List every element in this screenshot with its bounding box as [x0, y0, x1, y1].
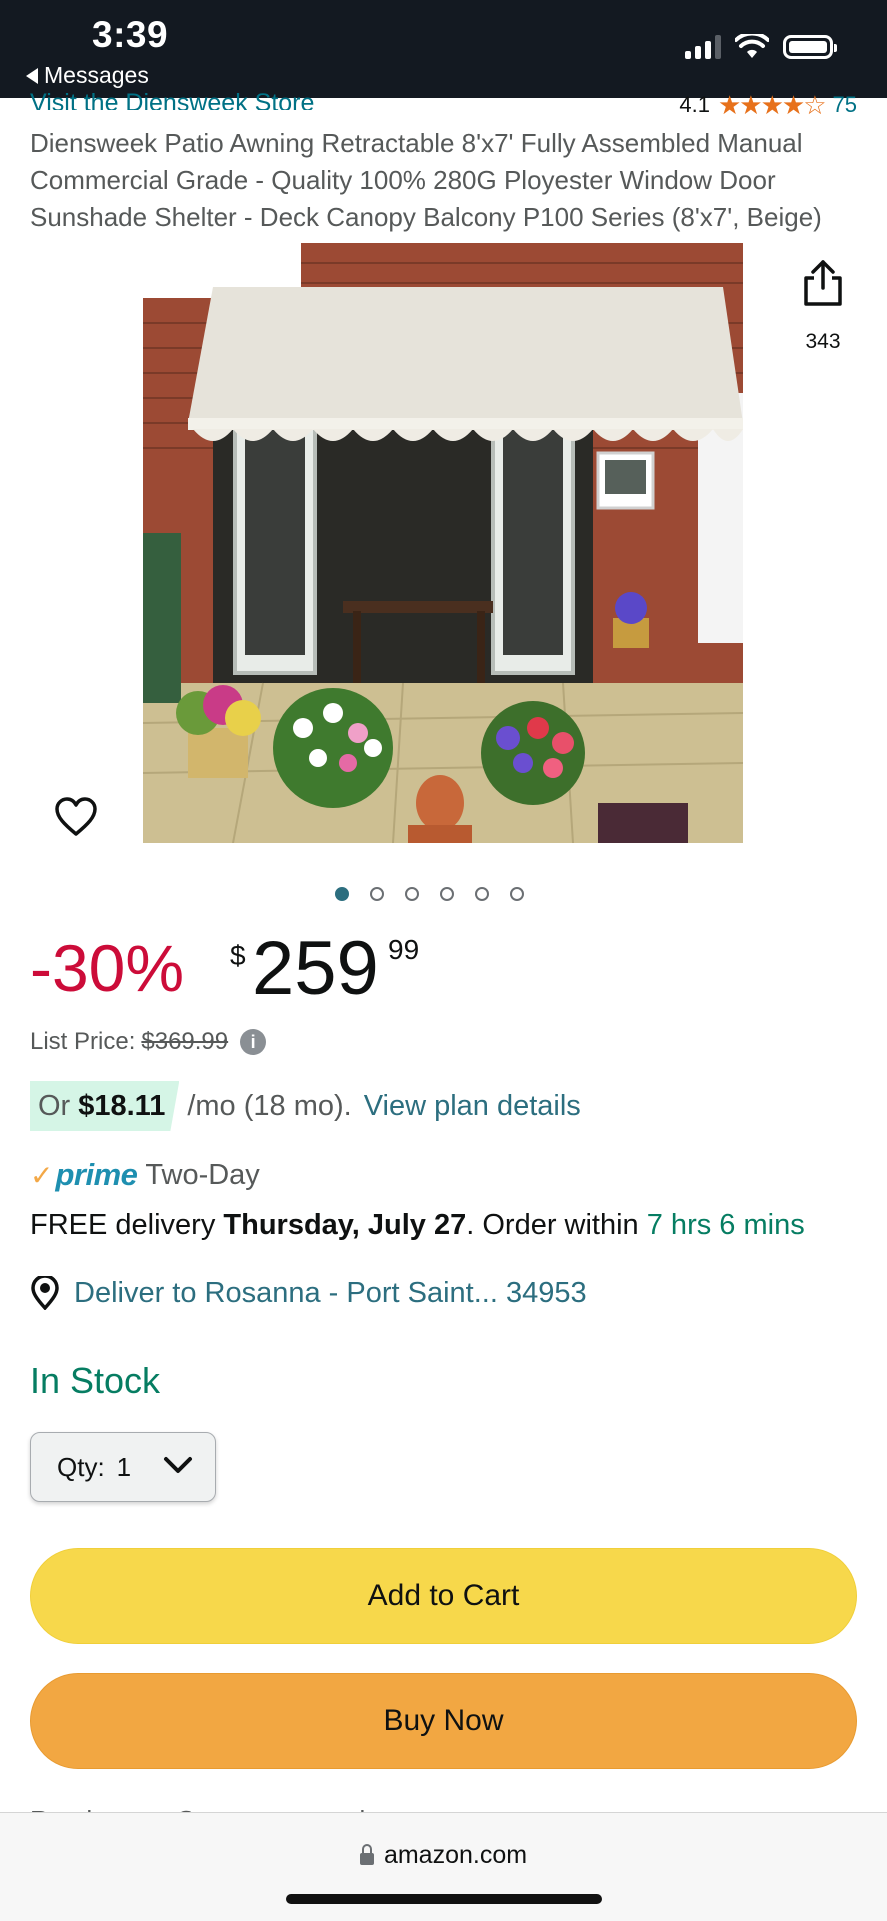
delivery-estimate: FREE delivery Thursday, July 27. Order w… [30, 1209, 805, 1242]
stock-status: In Stock [30, 1360, 161, 1401]
installment-amount: $18.11 [78, 1089, 166, 1122]
carousel-dot[interactable] [405, 887, 419, 901]
deliver-to-location[interactable]: Deliver to Rosanna - Port Saint... 34953 [30, 1276, 587, 1310]
status-time: 3:39 [92, 14, 169, 55]
price-fraction: 99 [388, 934, 420, 965]
share-icon[interactable] [800, 258, 846, 308]
carousel-dot[interactable] [510, 887, 524, 901]
product-image[interactable] [143, 243, 743, 843]
carousel-dot[interactable] [440, 887, 454, 901]
lock-icon [359, 1843, 374, 1865]
prime-check-icon: ✓ [30, 1159, 54, 1191]
product-title: Diensweek Patio Awning Retractable 8'x7'… [30, 128, 822, 232]
list-price-value: $369.99 [141, 1028, 229, 1055]
back-to-messages[interactable]: Messages [26, 62, 149, 89]
awning-photo [143, 243, 743, 843]
battery-icon [783, 35, 837, 59]
add-to-cart-button[interactable]: Add to Cart [30, 1548, 857, 1644]
prime-logo: prime [55, 1157, 138, 1192]
list-price: List Price: $369.99 i [30, 1028, 267, 1056]
quantity-selector[interactable]: Qty: 1 [30, 1432, 216, 1502]
url-display[interactable]: amazon.com [0, 1841, 887, 1870]
partially-visible-text: Ready to go Secure transaction [30, 1800, 394, 1812]
rating-stars-icon: ★★★★☆ [717, 89, 827, 120]
image-carousel-dots[interactable] [335, 887, 524, 901]
back-arrow-icon [26, 67, 38, 84]
price-currency: $ [230, 940, 246, 971]
rating-summary[interactable]: 4.1 ★★★★☆ 75 [679, 89, 857, 120]
deliver-to-text[interactable]: Deliver to Rosanna - Port Saint... 34953 [74, 1277, 587, 1310]
delivery-date: Thursday, July 27 [223, 1209, 467, 1241]
status-icons [685, 34, 837, 60]
status-bar: 3:39 Messages [0, 0, 887, 98]
share-count: 343 [805, 330, 841, 353]
order-within-label: . Order within [466, 1209, 639, 1241]
url-text: amazon.com [383, 1841, 528, 1869]
back-label: Messages [44, 62, 149, 88]
installment-offer: Or $18.11 /mo (18 mo). View plan details [30, 1081, 581, 1131]
carousel-dot[interactable] [370, 887, 384, 901]
browser-address-bar[interactable]: amazon.com [0, 1812, 887, 1921]
carousel-dot[interactable] [475, 887, 489, 901]
rating-value: 4.1 [679, 92, 710, 117]
qty-label: Qty: [57, 1451, 105, 1482]
buy-now-button[interactable]: Buy Now [30, 1673, 857, 1769]
qty-value: 1 [116, 1451, 132, 1482]
wifi-icon [735, 34, 769, 58]
home-indicator[interactable] [286, 1894, 602, 1904]
info-icon[interactable]: i [240, 1029, 267, 1055]
installment-or: Or [38, 1089, 71, 1122]
price-whole: 259 [252, 926, 379, 1011]
rating-count[interactable]: 75 [833, 92, 857, 118]
order-countdown: 7 hrs 6 mins [646, 1209, 805, 1241]
prime-speed: Two-Day [145, 1158, 260, 1191]
list-price-label: List Price: [30, 1028, 136, 1055]
chevron-down-icon [164, 1457, 192, 1473]
free-delivery-label: FREE delivery [30, 1209, 216, 1241]
carousel-dot[interactable] [335, 887, 349, 901]
cellular-signal-icon [685, 35, 721, 59]
prime-badge: ✓ prime Two-Day [30, 1157, 260, 1193]
store-link[interactable]: Visit the Diensweek Store [30, 88, 314, 110]
installment-pill: Or $18.11 [30, 1081, 180, 1131]
location-pin-icon [31, 1276, 59, 1310]
discount-percent: -30% [30, 931, 185, 1005]
installment-term: /mo (18 mo). [187, 1089, 352, 1122]
heart-icon[interactable] [54, 796, 98, 838]
view-plan-details-link[interactable]: View plan details [364, 1090, 581, 1123]
